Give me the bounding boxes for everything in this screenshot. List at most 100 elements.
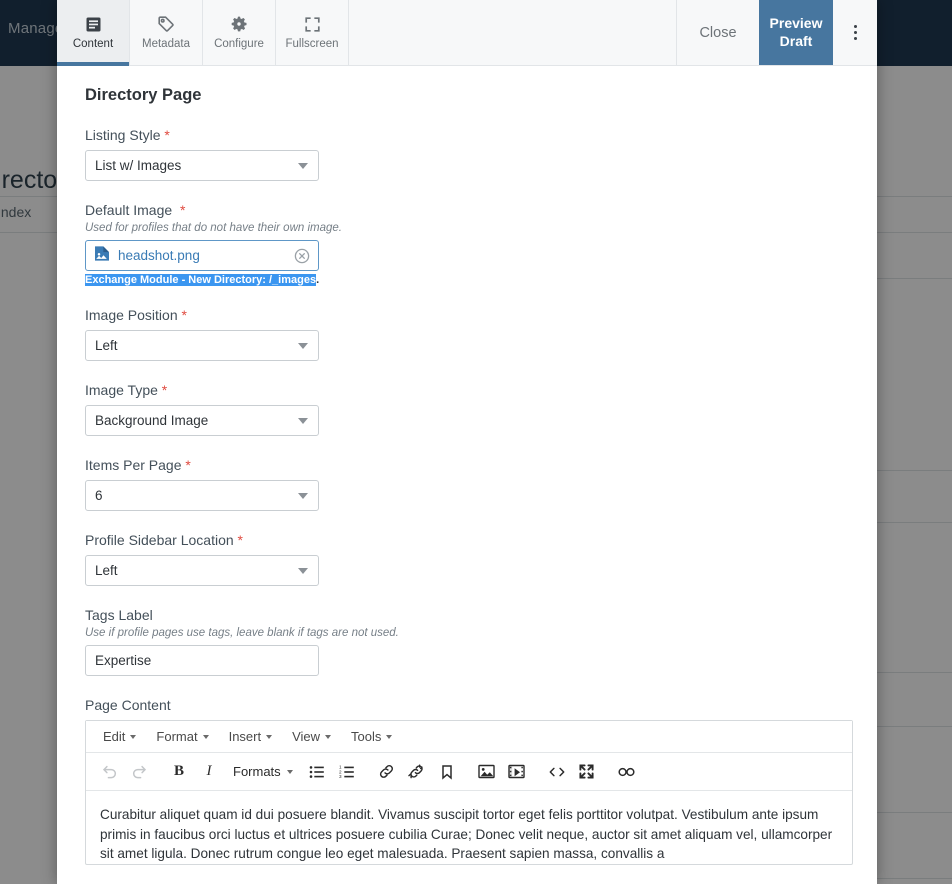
default-image-path-ellipsis: ... xyxy=(316,274,319,286)
image-type-label: Image Type xyxy=(85,382,158,398)
chevron-down-icon xyxy=(266,734,273,739)
bullet-list-icon[interactable] xyxy=(302,757,332,787)
field-listing-style: Listing Style * List w/ Images xyxy=(85,127,849,181)
items-per-page-label: Items Per Page xyxy=(85,457,182,473)
required-marker: * xyxy=(161,382,168,398)
modal-form-body: Directory Page Listing Style * List w/ I… xyxy=(57,66,877,884)
menu-format[interactable]: Format xyxy=(147,726,217,747)
default-image-file-name: headshot.png xyxy=(118,248,200,263)
link-icon[interactable] xyxy=(372,757,402,787)
chevron-down-icon xyxy=(286,769,293,774)
field-label: Tags Label xyxy=(85,607,849,623)
required-marker: * xyxy=(164,127,170,143)
image-type-select[interactable]: Background Image xyxy=(85,405,319,436)
tags-label-input[interactable] xyxy=(85,645,319,676)
items-per-page-select[interactable]: 6 xyxy=(85,480,319,511)
numbered-list-icon[interactable]: 1 2 3 xyxy=(332,757,362,787)
tag-icon xyxy=(157,14,175,34)
required-marker: * xyxy=(176,202,186,218)
menu-insert-label: Insert xyxy=(228,729,262,744)
menu-view[interactable]: View xyxy=(283,726,340,747)
default-image-label: Default Image xyxy=(85,202,173,218)
redo-icon[interactable] xyxy=(124,757,154,787)
required-marker: * xyxy=(237,532,243,548)
listing-style-select[interactable]: List w/ Images xyxy=(85,150,319,181)
tab-content[interactable]: Content xyxy=(57,0,130,66)
menu-tools[interactable]: Tools xyxy=(342,726,401,747)
field-image-type: Image Type * Background Image xyxy=(85,382,849,436)
insert-image-icon[interactable] xyxy=(472,757,502,787)
tab-fullscreen[interactable]: Fullscreen xyxy=(276,0,349,65)
tab-content-label: Content xyxy=(72,38,114,51)
special-character-icon[interactable] xyxy=(612,757,642,787)
default-image-file-chooser[interactable]: headshot.png xyxy=(85,240,319,271)
unlink-icon[interactable] xyxy=(402,757,432,787)
field-label: Default Image * xyxy=(85,202,849,218)
field-page-content: Page Content Edit Format Insert View Too… xyxy=(85,697,853,866)
close-button[interactable]: Close xyxy=(677,0,759,65)
editor-content-area[interactable]: Curabitur aliquet quam id dui posuere bl… xyxy=(86,791,852,864)
editor-toolbar: B I Formats 1 2 3 xyxy=(86,753,852,791)
menu-view-label: View xyxy=(292,729,321,744)
editor-body-paragraph: Curabitur aliquet quam id dui posuere bl… xyxy=(100,807,833,862)
profile-sidebar-location-label: Profile Sidebar Location xyxy=(85,532,234,548)
image-position-select[interactable]: Left xyxy=(85,330,319,361)
italic-icon[interactable]: I xyxy=(194,757,224,787)
field-items-per-page: Items Per Page * 6 xyxy=(85,457,849,511)
required-marker: * xyxy=(181,307,187,323)
tab-fullscreen-label: Fullscreen xyxy=(285,38,339,51)
menu-format-label: Format xyxy=(156,729,198,744)
field-image-position: Image Position * Left xyxy=(85,307,849,361)
clear-circle-icon[interactable] xyxy=(294,248,310,264)
field-label: Listing Style * xyxy=(85,127,849,143)
tab-metadata-label: Metadata xyxy=(142,38,190,51)
formats-dropdown-label: Formats xyxy=(233,764,281,779)
image-position-label: Image Position xyxy=(85,307,178,323)
svg-text:3: 3 xyxy=(339,774,342,779)
required-marker: * xyxy=(185,457,191,473)
header-spacer xyxy=(349,0,677,65)
editor-menubar: Edit Format Insert View Tools xyxy=(86,721,852,753)
tab-metadata[interactable]: Metadata xyxy=(130,0,203,65)
tab-configure[interactable]: Configure xyxy=(203,0,276,65)
page-title: Directory Page xyxy=(85,86,202,104)
content-icon xyxy=(85,14,102,34)
field-label: Image Position * xyxy=(85,307,849,323)
anchor-icon[interactable] xyxy=(432,757,462,787)
tags-label-label: Tags Label xyxy=(85,607,153,623)
default-image-help: Used for profiles that do not have their… xyxy=(85,222,342,234)
profile-sidebar-location-select[interactable]: Left xyxy=(85,555,319,586)
source-code-icon[interactable] xyxy=(542,757,572,787)
field-label: Items Per Page * xyxy=(85,457,849,473)
bold-icon[interactable]: B xyxy=(164,757,194,787)
tab-configure-label: Configure xyxy=(214,38,264,51)
rich-text-editor: Edit Format Insert View Tools B I Format… xyxy=(85,720,853,866)
listing-style-label: Listing Style xyxy=(85,127,161,143)
more-vertical-icon[interactable] xyxy=(833,0,877,65)
modal-header-toolbar: Content Metadata Configure Fullscreen Cl… xyxy=(57,0,877,66)
tags-label-help: Use if profile pages use tags, leave bla… xyxy=(85,627,399,639)
page-editor-modal: Content Metadata Configure Fullscreen Cl… xyxy=(57,0,877,884)
fullscreen-icon[interactable] xyxy=(572,757,602,787)
image-file-icon xyxy=(94,245,110,267)
formats-dropdown[interactable]: Formats xyxy=(224,757,302,787)
chevron-down-icon xyxy=(202,734,209,739)
preview-draft-button[interactable]: Preview Draft xyxy=(759,0,833,65)
default-image-path: Exchange Module - New Directory: /_image… xyxy=(85,274,319,286)
default-image-path-selected: Exchange Module - New Directory: /_image… xyxy=(85,274,317,286)
chevron-down-icon xyxy=(130,734,137,739)
chevron-down-icon xyxy=(325,734,332,739)
undo-icon[interactable] xyxy=(94,757,124,787)
menu-edit-label: Edit xyxy=(103,729,126,744)
insert-media-icon[interactable] xyxy=(502,757,532,787)
field-default-image: Default Image * Used for profiles that d… xyxy=(85,202,849,286)
menu-tools-label: Tools xyxy=(351,729,382,744)
field-profile-sidebar-location: Profile Sidebar Location * Left xyxy=(85,532,849,586)
field-label: Profile Sidebar Location * xyxy=(85,532,849,548)
page-content-label: Page Content xyxy=(85,697,171,713)
menu-insert[interactable]: Insert xyxy=(220,726,282,747)
chevron-down-icon xyxy=(386,734,393,739)
fullscreen-icon xyxy=(304,14,321,34)
menu-edit[interactable]: Edit xyxy=(94,726,145,747)
field-tags-label: Tags Label Use if profile pages use tags… xyxy=(85,607,849,676)
